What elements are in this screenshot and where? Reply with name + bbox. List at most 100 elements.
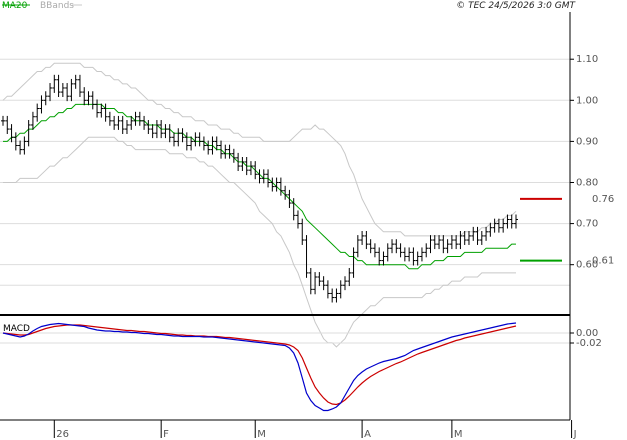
x-axis: 26 F M A M J xyxy=(0,419,577,440)
price-bar xyxy=(116,115,121,130)
price-bar xyxy=(206,140,211,155)
price-bar xyxy=(146,120,151,134)
price-bar xyxy=(458,230,463,250)
price-bar xyxy=(334,288,339,303)
macd-lines-group xyxy=(2,322,517,412)
price-bar xyxy=(372,243,377,258)
price-bar xyxy=(5,115,10,134)
price-bar xyxy=(261,169,266,184)
price-y-tick-label: 0.80 xyxy=(576,177,598,188)
price-bar xyxy=(419,247,424,262)
price-bar xyxy=(257,169,262,184)
price-bar xyxy=(381,251,386,266)
price-bar xyxy=(479,230,484,245)
price-bar xyxy=(466,230,471,245)
copyright-text: © TEC 24/5/2026 3:0 GMT xyxy=(456,1,576,11)
price-bar xyxy=(313,272,318,295)
price-bar xyxy=(35,103,40,122)
price-bar xyxy=(300,218,305,245)
price-bar xyxy=(22,136,27,155)
price-bar xyxy=(445,239,450,254)
price-y-tick-label: 0.70 xyxy=(576,219,598,230)
price-bar xyxy=(240,157,245,171)
price-bar xyxy=(484,226,489,241)
price-bar xyxy=(227,144,232,159)
price-bar xyxy=(150,124,155,139)
macd-panel-label: MACD xyxy=(3,324,30,334)
header: MA20 BBands © TEC 24/5/2026 3:0 GMT xyxy=(2,1,577,11)
macd-grid xyxy=(0,332,570,344)
price-bar xyxy=(283,185,288,200)
price-bar xyxy=(424,243,429,258)
x-tick-label: 26 xyxy=(56,429,69,440)
price-bar xyxy=(201,136,206,151)
x-tick-label: M xyxy=(257,429,266,440)
price-bar xyxy=(69,78,74,102)
price-bar xyxy=(492,218,497,233)
x-tick-label: J xyxy=(573,429,577,440)
price-bar xyxy=(253,161,258,180)
bbands-group xyxy=(2,62,517,348)
price-bar xyxy=(95,99,100,118)
price-bar xyxy=(317,272,322,287)
price-bar xyxy=(364,230,369,250)
price-bar xyxy=(347,267,352,287)
price-bar xyxy=(330,288,335,303)
price-bar xyxy=(180,128,185,143)
price-bar xyxy=(295,210,300,229)
price-bar xyxy=(274,177,279,192)
price-bar xyxy=(454,235,459,250)
price-bar xyxy=(415,251,420,266)
price-bar xyxy=(471,226,476,241)
price-bar xyxy=(338,280,343,299)
price-bar xyxy=(86,91,91,106)
price-y-tick-label: 0.90 xyxy=(576,136,598,147)
price-bar xyxy=(172,132,176,147)
price-bar xyxy=(278,177,283,196)
price-bar xyxy=(26,120,31,147)
price-bar xyxy=(475,226,480,245)
chart-root: MA20 BBands © TEC 24/5/2026 3:0 GMT 0.76… xyxy=(0,0,627,440)
price-bar xyxy=(56,74,61,98)
price-bar xyxy=(325,280,330,299)
price-bar xyxy=(197,132,202,147)
macd-y-ticks: 0.00-0.02 xyxy=(570,328,602,349)
x-tick-label: F xyxy=(163,429,169,440)
price-bar xyxy=(18,140,23,155)
price-bar xyxy=(52,74,57,93)
price-bar xyxy=(402,247,407,262)
price-bar xyxy=(137,111,142,126)
price-bar xyxy=(112,115,117,130)
x-tick-label: A xyxy=(364,429,371,440)
price-bar xyxy=(394,239,399,254)
price-bar xyxy=(223,144,228,159)
price-bar xyxy=(154,120,159,139)
price-bar xyxy=(308,267,313,295)
price-bar xyxy=(43,91,48,106)
price-bar xyxy=(355,235,360,258)
price-bar xyxy=(390,239,395,254)
price-bars-group xyxy=(1,74,518,303)
price-panel: 0.760.61 1.10 1.00 0.90 0.80 0.70 0.60 xyxy=(0,54,614,348)
price-bar xyxy=(432,235,437,250)
price-bar xyxy=(441,235,446,254)
price-bar xyxy=(167,124,172,143)
price-bar xyxy=(73,74,78,89)
price-bar xyxy=(343,276,347,291)
macd-y-tick-label: -0.02 xyxy=(576,338,602,349)
price-bar xyxy=(514,214,518,229)
legend-ma20-label: MA20 xyxy=(2,1,28,11)
price-bar xyxy=(9,124,14,143)
price-bar xyxy=(287,189,292,208)
price-y-tick-label: 1.10 xyxy=(576,54,598,65)
price-bar xyxy=(407,247,412,262)
price-bar xyxy=(501,218,506,233)
price-bar xyxy=(77,74,82,98)
price-bar xyxy=(39,95,44,114)
macd-signal-line xyxy=(2,324,517,406)
macd-panel: 0.00-0.02 MACD xyxy=(0,322,602,412)
price-bar xyxy=(360,230,365,245)
price-bar xyxy=(351,247,356,278)
price-bar xyxy=(1,115,5,126)
price-bar xyxy=(142,115,147,130)
